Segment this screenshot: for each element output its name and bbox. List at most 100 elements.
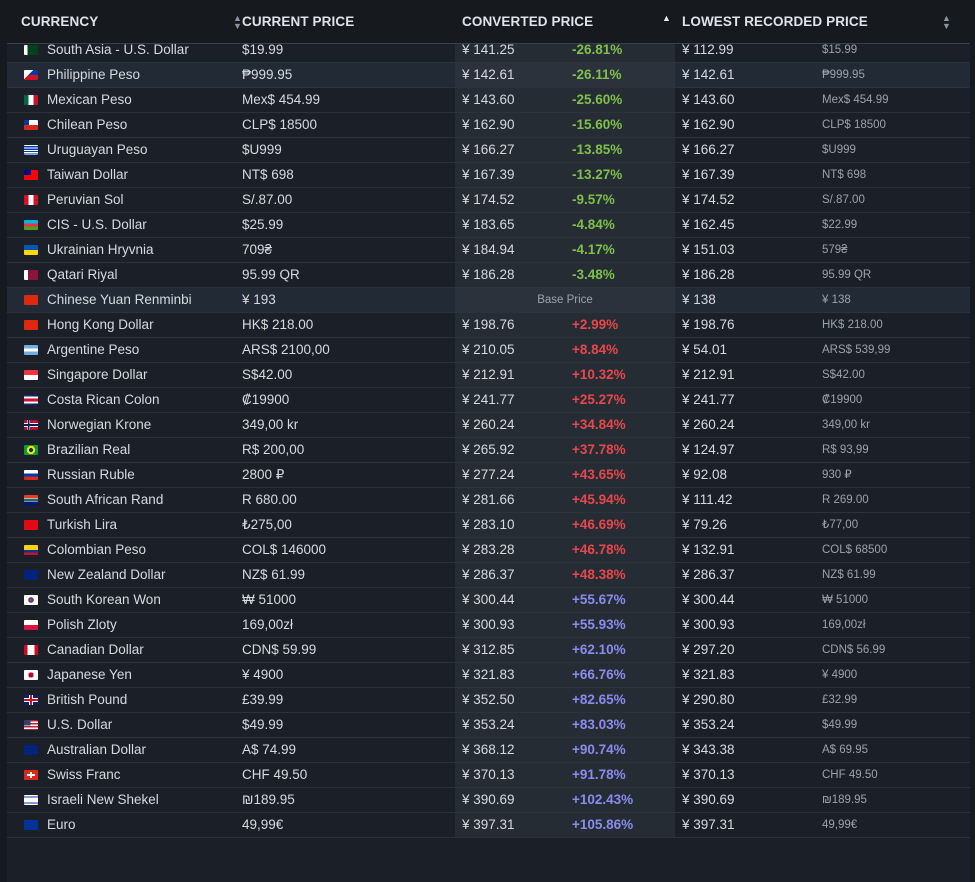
currency-cell: Euro 49,99€ [7, 813, 454, 837]
lowest-recorded-price-cell: ¥ 124.97 R$ 93,99 [675, 438, 970, 462]
table-row: Chinese Yuan Renminbi ¥ 193 Base Price ¥… [7, 288, 970, 313]
table-row: Turkish Lira ₺275,00 ¥ 283.10 +46.69% ¥ … [7, 513, 970, 538]
lowest-local-price: COL$ 68500 [822, 544, 888, 556]
table-row: Russian Ruble 2800 ₽ ¥ 277.24 +43.65% ¥ … [7, 463, 970, 488]
lowest-local-price: 930 ₽ [822, 469, 852, 481]
no-flag-icon [24, 420, 38, 430]
price-difference-percent: -3.48% [572, 267, 615, 282]
lowest-local-price: ¥ 4900 [822, 669, 858, 681]
sg-flag-icon [24, 370, 38, 380]
currency-name: Brazilian Real [47, 442, 131, 457]
hk-flag-icon [24, 320, 38, 330]
lowest-converted-price: ¥ 151.03 [682, 242, 735, 257]
converted-price-cell: ¥ 183.65 -4.84% [455, 213, 675, 237]
il-flag-icon [24, 795, 38, 805]
price-difference-percent: -26.11% [572, 67, 622, 82]
table-row: South Korean Won ₩ 51000 ¥ 300.44 +55.67… [7, 588, 970, 613]
column-header-current-price[interactable]: CURRENT PRICE [242, 0, 455, 43]
lowest-converted-price: ¥ 166.27 [682, 142, 735, 157]
currency-name: Singapore Dollar [47, 367, 148, 382]
table-row: South African Rand R 680.00 ¥ 281.66 +45… [7, 488, 970, 513]
kr-flag-icon [24, 595, 38, 605]
lowest-local-price: HK$ 218.00 [822, 319, 883, 331]
lowest-recorded-price-cell: ¥ 132.91 COL$ 68500 [675, 538, 970, 562]
table-row: Taiwan Dollar NT$ 698 ¥ 167.39 -13.27% ¥… [7, 163, 970, 188]
currency-cell: Canadian Dollar CDN$ 59.99 [7, 638, 454, 662]
sort-icon: ▲ ▼ [942, 13, 952, 31]
lowest-local-price: NT$ 698 [822, 169, 867, 181]
converted-price: ¥ 166.27 [462, 142, 515, 157]
lowest-recorded-price-cell: ¥ 300.93 169,00zł [675, 613, 970, 637]
base-price-label: Base Price [537, 294, 593, 306]
price-difference-percent: +91.78% [572, 767, 626, 782]
uy-flag-icon [24, 145, 38, 155]
lowest-converted-price: ¥ 343.38 [682, 742, 735, 757]
currency-cell: Japanese Yen ¥ 4900 [7, 663, 454, 687]
table-body: Thai Baht ฿370.00 ¥ 131.?? -31.??% ¥ 131… [7, 0, 970, 838]
table-row: Colombian Peso COL$ 146000 ¥ 283.28 +46.… [7, 538, 970, 563]
qa-flag-icon [24, 270, 38, 280]
sort-icon: ▲ ▼ [233, 13, 243, 31]
converted-price-cell: ¥ 184.94 -4.17% [455, 238, 675, 262]
lowest-recorded-price-cell: ¥ 321.83 ¥ 4900 [675, 663, 970, 687]
lowest-recorded-price-cell: ¥ 79.26 ₺77,00 [675, 513, 970, 537]
table-row: Brazilian Real R$ 200,00 ¥ 265.92 +37.78… [7, 438, 970, 463]
price-difference-percent: +43.65% [572, 467, 626, 482]
currency-cell: Australian Dollar A$ 74.99 [7, 738, 454, 762]
converted-price: ¥ 212.91 [462, 367, 515, 382]
price-difference-percent: +37.78% [572, 442, 626, 457]
column-header-converted-price-label: CONVERTED PRICE [462, 14, 594, 29]
current-price: £39.99 [242, 692, 284, 707]
lowest-recorded-price-cell: ¥ 162.90 CLP$ 18500 [675, 113, 970, 137]
lowest-recorded-price-cell: ¥ 397.31 49,99€ [675, 813, 970, 837]
converted-price: ¥ 281.66 [462, 492, 515, 507]
lowest-converted-price: ¥ 300.93 [682, 617, 735, 632]
price-difference-percent: +55.93% [572, 617, 626, 632]
lowest-converted-price: ¥ 397.31 [682, 817, 735, 832]
currency-name: Russian Ruble [47, 467, 135, 482]
lowest-converted-price: ¥ 241.77 [682, 392, 735, 407]
converted-price-cell: ¥ 300.44 +55.67% [455, 588, 675, 612]
co-flag-icon [24, 545, 38, 555]
lowest-local-price: $U999 [822, 144, 856, 156]
lowest-local-price: ¥ 138 [822, 294, 851, 306]
currency-name: U.S. Dollar [47, 717, 113, 732]
lowest-converted-price: ¥ 54.01 [682, 342, 728, 357]
currency-name: Peruvian Sol [47, 192, 124, 207]
currency-cell: South Korean Won ₩ 51000 [7, 588, 454, 612]
price-difference-percent: -13.85% [572, 142, 623, 157]
table-row: Swiss Franc CHF 49.50 ¥ 370.13 +91.78% ¥… [7, 763, 970, 788]
lowest-local-price: ₡19900 [822, 394, 863, 406]
converted-price: ¥ 368.12 [462, 742, 515, 757]
converted-price: ¥ 300.44 [462, 592, 515, 607]
converted-price: ¥ 143.60 [462, 92, 515, 107]
price-difference-percent: +90.74% [572, 742, 626, 757]
converted-price: ¥ 260.24 [462, 417, 515, 432]
current-price: ₩ 51000 [242, 592, 297, 607]
lowest-local-price: $22.99 [822, 219, 858, 231]
jp-flag-icon [24, 670, 38, 680]
current-price: $U999 [242, 142, 282, 157]
ph-flag-icon [24, 70, 38, 80]
column-header-lowest-recorded-price[interactable]: LOWEST RECORDED PRICE ▲ ▼ [682, 0, 967, 43]
price-difference-percent: +46.78% [572, 542, 626, 557]
price-difference-percent: +82.65% [572, 692, 626, 707]
lowest-converted-price: ¥ 132.91 [682, 542, 735, 557]
au-flag-icon [24, 745, 38, 755]
lowest-local-price: CDN$ 56.99 [822, 644, 886, 656]
column-header-converted-price[interactable]: CONVERTED PRICE ▲ [462, 0, 675, 43]
column-header-currency[interactable]: CURRENCY ▲ ▼ [21, 0, 246, 43]
lowest-local-price: R 269.00 [822, 494, 869, 506]
currency-cell: Argentine Peso ARS$ 2100,00 [7, 338, 454, 362]
current-price: A$ 74.99 [242, 742, 297, 757]
currency-name: Ukrainian Hryvnia [47, 242, 154, 257]
lowest-recorded-price-cell: ¥ 290.80 £32.99 [675, 688, 970, 712]
table-row: Japanese Yen ¥ 4900 ¥ 321.83 +66.76% ¥ 3… [7, 663, 970, 688]
lowest-local-price: 579₴ [822, 244, 848, 256]
lowest-local-price: ₱999.95 [822, 69, 865, 81]
currency-name: Turkish Lira [47, 517, 118, 532]
pl-flag-icon [24, 620, 38, 630]
column-header-currency-label: CURRENCY [21, 14, 99, 29]
current-price: CHF 49.50 [242, 767, 308, 782]
currency-cell: Mexican Peso Mex$ 454.99 [7, 88, 454, 112]
